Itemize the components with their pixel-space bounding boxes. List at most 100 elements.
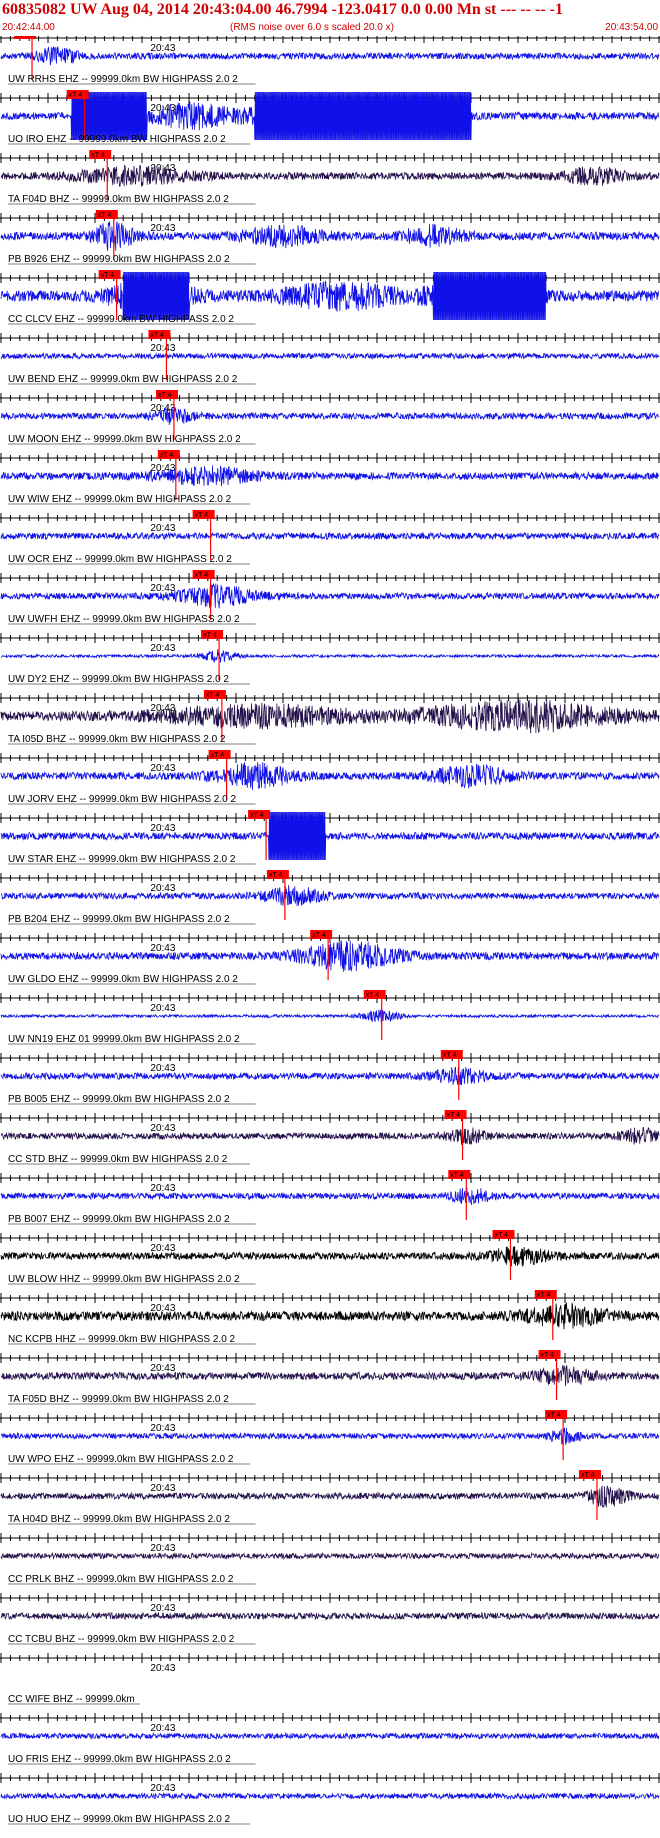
station-label: UW GLDO EHZ -- 99999.0km BW HIGHPASS 2.0… (8, 974, 238, 985)
trace-row: 20:43 xT 4 UW DY2 EHZ -- 99999.0km BW HIGH… (0, 630, 660, 685)
trace-row: 20:43 CC TCBU BHZ -- 99999.0km BW HIGHPAS… (0, 1593, 660, 1645)
pick-label: xT 4 (98, 212, 112, 219)
pick-label: xT 4 (537, 1292, 551, 1299)
station-label: UW DY2 EHZ -- 99999.0km BW HIGHPASS 2.0 … (8, 674, 229, 685)
trace-row: 20:43 UO HUO EHZ -- 99999.0km BW HIGHPASS… (0, 1773, 660, 1825)
waveform (0, 1731, 660, 1741)
minute-tick-label: 20:43 (150, 823, 175, 834)
waveform (0, 465, 660, 487)
station-label: TA I05D BHZ -- 99999.0km BW HIGHPASS 2.0… (8, 734, 226, 745)
station-label: TA F04D BHZ -- 99999.0km BW HIGHPASS 2.0… (8, 194, 229, 205)
station-label: PB B005 EHZ -- 99999.0km BW HIGHPASS 2.0… (8, 1094, 230, 1105)
station-label: UW JORV EHZ -- 99999.0km BW HIGHPASS 2.0… (8, 794, 236, 805)
trace-row: 20:43 xT 4 UW WPO EHZ -- 99999.0km BW HIGH… (0, 1410, 660, 1465)
waveform (0, 531, 660, 541)
minute-tick-label: 20:43 (150, 1363, 175, 1374)
station-label: UW WPO EHZ -- 99999.0km BW HIGHPASS 2.0 … (8, 1454, 234, 1465)
trace-row: 20:43 xT 4 PB B007 EHZ -- 99999.0km BW HIG… (0, 1170, 660, 1225)
trace-row: 20:43xT 4UW UWFH EHZ -- 99999.0km BW HIG… (0, 570, 660, 625)
trace-row: 20:43 xT 4 PB B005 EHZ -- 99999.0km BW HIG… (0, 1050, 660, 1105)
waveform (0, 1551, 660, 1561)
minute-tick-label: 20:43 (150, 43, 175, 54)
minute-tick-label: 20:43 (150, 1003, 175, 1014)
pick-label: xT 4 (447, 1112, 461, 1119)
trace-row: 20:43 xT 4 UW GLDO EHZ -- 99999.0km BW HIG… (0, 930, 660, 985)
start-time-label: 20:42:44.00 (2, 22, 55, 33)
pick-label: xT 4 (101, 272, 115, 279)
waveform (0, 1791, 660, 1801)
trace-row: 20:43xT 4UW MOON EHZ -- 99999.0km BW HIG… (0, 390, 660, 445)
trace-row: 20:43xT 4TA F04D BHZ -- 99999.0km BW HIG… (0, 150, 660, 205)
minute-tick-label: 20:43 (150, 1603, 175, 1614)
station-label: TA F05D BHZ -- 99999.0km BW HIGHPASS 2.0… (8, 1394, 229, 1405)
waveform (0, 46, 660, 66)
minute-tick-label: 20:43 (150, 763, 175, 774)
station-label: UW BEND EHZ -- 99999.0km BW HIGHPASS 2.0… (8, 374, 238, 385)
waveform (0, 351, 660, 361)
station-label: UW MOON EHZ -- 99999.0km BW HIGHPASS 2.0… (8, 434, 241, 445)
trace-row: 20:43 xT 4 UW STAR EHZ -- 99999.0km BW HIG… (0, 810, 660, 865)
trace-row: 20:43 xT 4 CC STD BHZ -- 99999.0km BW HIGH… (0, 1110, 660, 1165)
waveform (0, 1245, 660, 1267)
minute-tick-label: 20:43 (150, 643, 175, 654)
station-label: PB B926 EHZ -- 99999.0km BW HIGHPASS 2.0… (8, 254, 230, 265)
minute-tick-label: 20:43 (150, 343, 175, 354)
waveform (0, 1485, 660, 1508)
waveform (0, 940, 660, 972)
station-label: UW UWFH EHZ -- 99999.0km BW HIGHPASS 2.0… (8, 614, 240, 625)
waveform (0, 1066, 660, 1086)
minute-tick-label: 20:43 (150, 883, 175, 894)
station-label: CC WIFE BHZ -- 99999.0km (8, 1694, 135, 1705)
station-label: TA H04D BHZ -- 99999.0km BW HIGHPASS 2.0… (8, 1514, 230, 1525)
minute-tick-label: 20:43 (150, 1123, 175, 1134)
trace-row: 20:43xT 4UO IRO EHZ -- 99999.0km BW HIGH… (0, 90, 660, 145)
minute-tick-label: 20:43 (150, 1543, 175, 1554)
waveform (0, 761, 660, 791)
waveform (0, 221, 660, 251)
station-label: PB B204 EHZ -- 99999.0km BW HIGHPASS 2.0… (8, 914, 230, 925)
pick-label: xT 4 (541, 1352, 555, 1359)
pick-label: xT 4 (494, 1232, 508, 1239)
station-label: UW OCR EHZ -- 99999.0km BW HIGHPASS 2.0 … (8, 554, 232, 565)
station-label: UW NN19 EHZ 01 99999.0km BW HIGHPASS 2.0… (8, 1034, 240, 1045)
pick-label: xT 4 (203, 632, 217, 639)
event-title: 60835082 UW Aug 04, 2014 20:43:04.00 46.… (2, 1, 563, 18)
waveform (0, 583, 660, 609)
seismogram-plot: 20:43 xT 4 UW RRHS EHZ -- 99999.0km BW HIG… (0, 36, 660, 1825)
minute-tick-label: 20:43 (150, 1723, 175, 1734)
station-label: NC KCPB HHZ -- 99999.0km BW HIGHPASS 2.0… (8, 1334, 236, 1345)
trace-row: 20:43xT 4UW WIW EHZ -- 99999.0km BW HIGH… (0, 450, 660, 505)
pick-label: xT 4 (16, 36, 30, 39)
pick-label: xT 4 (91, 152, 105, 159)
waveform (0, 407, 660, 426)
pick-label: xT 4 (150, 332, 164, 339)
minute-tick-label: 20:43 (150, 943, 175, 954)
waveform (0, 1364, 660, 1387)
minute-tick-label: 20:43 (150, 1483, 175, 1494)
end-time-label: 20:43:54.00 (605, 22, 658, 33)
station-label: CC TCBU BHZ -- 99999.0km BW HIGHPASS 2.0… (8, 1634, 235, 1645)
waveform (0, 164, 660, 188)
waveform (0, 1427, 660, 1445)
trace-row: 20:43 CC PRLK BHZ -- 99999.0km BW HIGHPAS… (0, 1533, 660, 1585)
pick-label: xT 4 (366, 992, 380, 999)
trace-row: 20:43 xT 4 PB B204 EHZ -- 99999.0km BW HIG… (0, 870, 660, 925)
trace-row: 20:43 xT 4 UW BLOW HHZ -- 99999.0km BW HIG… (0, 1230, 660, 1285)
pick-label: xT 4 (450, 1172, 464, 1179)
minute-tick-label: 20:43 (150, 1303, 175, 1314)
waveform (0, 1009, 660, 1024)
station-label: UW STAR EHZ -- 99999.0km BW HIGHPASS 2.0… (8, 854, 236, 865)
station-label: UW BLOW HHZ -- 99999.0km BW HIGHPASS 2.0… (8, 1274, 240, 1285)
minute-tick-label: 20:43 (150, 1183, 175, 1194)
trace-row: 20:43 xT 4 UW BEND EHZ -- 99999.0km BW HIG… (0, 330, 660, 385)
trace-row: 20:43 xT 4 TA F05D BHZ -- 99999.0km BW HIG… (0, 1350, 660, 1405)
pick-label: xT 4 (581, 1472, 595, 1479)
minute-tick-label: 20:43 (150, 1783, 175, 1794)
minute-tick-label: 20:43 (150, 1423, 175, 1434)
station-label: CC CLCV EHZ -- 99999.0km BW HIGHPASS 2.0… (8, 314, 234, 325)
minute-tick-label: 20:43 (150, 223, 175, 234)
pick-label: xT 4 (443, 1052, 457, 1059)
station-label: UW WIW EHZ -- 99999.0km BW HIGHPASS 2.0 … (8, 494, 232, 505)
trace-row: 20:43 xT 4 UW JORV EHZ -- 99999.0km BW HIG… (0, 750, 660, 805)
trace-row: 20:43 UO FRIS EHZ -- 99999.0km BW HIGHPAS… (0, 1713, 660, 1765)
